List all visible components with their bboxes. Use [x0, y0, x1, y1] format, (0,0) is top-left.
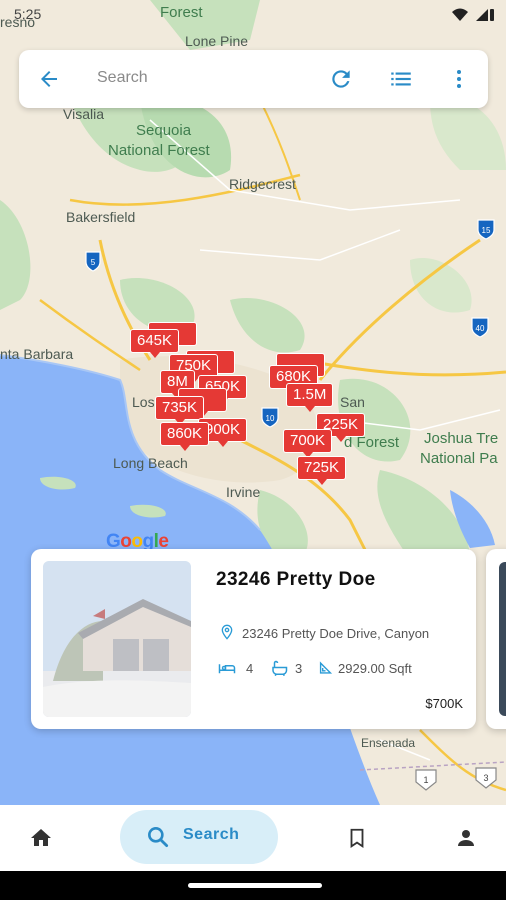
interstate-40-shield: 40: [471, 317, 489, 338]
refresh-button[interactable]: [319, 50, 363, 108]
map-label-lone-pine: Lone Pine: [185, 33, 249, 49]
svg-text:40: 40: [476, 324, 485, 333]
listing-title: 23246 Pretty Doe: [216, 569, 376, 590]
map-label-national-park: National Pa: [420, 450, 498, 467]
nav-home[interactable]: [18, 805, 64, 871]
nav-saved[interactable]: [334, 805, 380, 871]
price-pin[interactable]: 700K: [283, 429, 333, 458]
location-pin-icon: [221, 624, 233, 640]
listing-beds: 4: [246, 661, 254, 676]
map-label-long-beach: Long Beach: [113, 455, 188, 471]
next-listing-card[interactable]: [486, 549, 506, 729]
price-pin[interactable]: 735K: [155, 396, 205, 425]
bottom-nav: Search: [0, 805, 506, 871]
home-indicator[interactable]: [188, 883, 322, 888]
map-label-visalia: Visalia: [63, 106, 104, 122]
listing-baths: 3: [295, 661, 303, 676]
status-time: 5:25: [14, 6, 42, 22]
svg-text:5: 5: [91, 258, 96, 267]
refresh-icon: [332, 70, 350, 88]
status-icons: [452, 8, 494, 21]
listing-price: $700K: [425, 696, 463, 711]
listing-photo: [43, 561, 191, 717]
list-icon: [391, 72, 411, 86]
svg-text:15: 15: [482, 226, 491, 235]
map-label-san: San: [340, 394, 365, 410]
map-label-ensenada: Ensenada: [361, 736, 416, 750]
more-options-button[interactable]: [437, 50, 481, 108]
price-pin[interactable]: 860K: [160, 422, 210, 451]
svg-text:10: 10: [266, 414, 275, 423]
back-arrow-icon: [41, 71, 57, 87]
price-pin[interactable]: 1.5M: [286, 383, 334, 412]
wifi-icon: [452, 8, 468, 21]
more-vert-icon: [457, 70, 461, 88]
search-input[interactable]: Search: [97, 69, 148, 87]
nav-profile[interactable]: [443, 805, 489, 871]
bookmark-icon: [350, 828, 364, 848]
gesture-bar: [0, 871, 506, 900]
interstate-10-shield: 10: [261, 407, 279, 428]
listing-photo: [499, 562, 506, 716]
svg-text:1: 1: [423, 775, 428, 785]
map-label-santa-barbara: nta Barbara: [0, 346, 74, 362]
app-screen: 5 15 40 10 1 3 resno Forest Lone Pine Vi…: [0, 0, 506, 900]
listing-sqft: 2929.00 Sqft: [338, 661, 412, 676]
map-label-ridgecrest: Ridgecrest: [229, 176, 296, 192]
map-label-sequoia: Sequoia: [136, 122, 192, 139]
signal-icon: [476, 9, 488, 21]
search-bar: Search: [19, 50, 488, 108]
bath-icon: [272, 660, 288, 676]
list-view-button[interactable]: [379, 50, 423, 108]
status-bar: 5:25: [0, 0, 506, 30]
back-button[interactable]: [27, 50, 71, 108]
bed-icon: [218, 664, 236, 674]
interstate-15-shield: 15: [477, 219, 495, 240]
home-icon: [31, 829, 51, 846]
battery-icon: [490, 9, 494, 21]
map-label-joshua-tree: Joshua Tre: [424, 430, 499, 447]
interstate-5-shield: 5: [85, 251, 101, 272]
area-icon: [319, 661, 333, 674]
map-label-bakersfield: Bakersfield: [66, 209, 136, 225]
price-pin[interactable]: 645K: [130, 329, 180, 358]
price-pin[interactable]: 725K: [297, 456, 347, 485]
person-icon: [458, 830, 474, 846]
listing-card[interactable]: 23246 Pretty Doe 23246 Pretty Doe Drive,…: [31, 549, 476, 729]
search-icon: [148, 827, 169, 848]
nav-search-label: Search: [183, 826, 240, 843]
map-label-irvine: Irvine: [226, 484, 261, 500]
listing-address: 23246 Pretty Doe Drive, Canyon: [242, 626, 430, 641]
map-label-national-forest: National Forest: [108, 142, 210, 159]
svg-text:3: 3: [483, 773, 488, 783]
